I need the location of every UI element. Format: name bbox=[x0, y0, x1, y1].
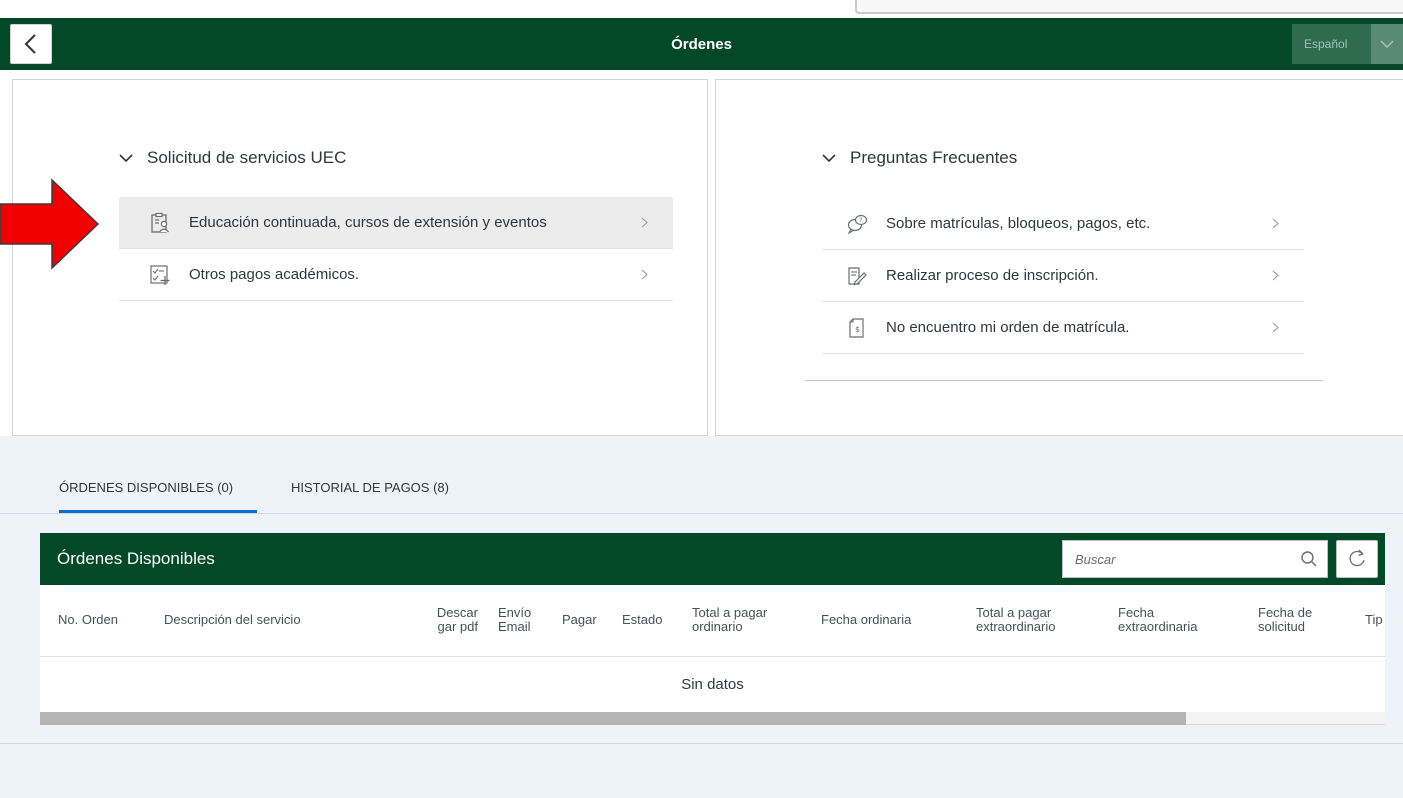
tab-payment-history[interactable]: HISTORIAL DE PAGOS (8) bbox=[291, 470, 481, 513]
document-dollar-icon: $ bbox=[844, 315, 870, 341]
column-header-ordinary-date[interactable]: Fecha ordinaria bbox=[821, 585, 943, 655]
faq-panel: Preguntas Frecuentes ? Sobre matrículas,… bbox=[715, 79, 1403, 436]
search-field[interactable] bbox=[1062, 540, 1328, 578]
chevron-right-icon bbox=[641, 217, 651, 228]
speech-bubbles-icon: ? bbox=[844, 211, 870, 237]
column-header-request-date[interactable]: Fecha de solicitud bbox=[1258, 585, 1338, 655]
refresh-icon bbox=[1349, 549, 1365, 567]
section-bottom-divider bbox=[0, 743, 1403, 744]
table-title: Órdenes Disponibles bbox=[57, 549, 215, 568]
faq-item-enrollment[interactable]: ? Sobre matrículas, bloqueos, pagos, etc… bbox=[822, 198, 1304, 250]
column-header-download-pdf[interactable]: Descar gar pdf bbox=[410, 585, 478, 655]
service-item-label: Educación continuada, cursos de extensió… bbox=[189, 214, 547, 231]
tab-available-orders[interactable]: ÓRDENES DISPONIBLES (0) bbox=[59, 470, 257, 513]
table-column-headers: No. Orden Descripción del servicio Desca… bbox=[40, 585, 1385, 657]
column-header-status[interactable]: Estado bbox=[622, 585, 672, 655]
app-header: Órdenes Español bbox=[0, 18, 1403, 70]
language-value: Español bbox=[1304, 37, 1348, 51]
search-input[interactable] bbox=[1063, 541, 1291, 577]
service-item-label: Otros pagos académicos. bbox=[189, 266, 360, 283]
horizontal-scrollbar-thumb[interactable] bbox=[40, 712, 1186, 725]
back-button[interactable] bbox=[10, 24, 52, 64]
clipboard-user-icon bbox=[147, 210, 173, 236]
browser-overlay-edge bbox=[855, 0, 1403, 14]
services-panel: Solicitud de servicios UEC Educación con… bbox=[12, 79, 708, 436]
services-section-title: Solicitud de servicios UEC bbox=[147, 148, 347, 167]
column-header-total-extraordinary[interactable]: Total a pagar extraordinario bbox=[976, 585, 1086, 655]
search-icon[interactable] bbox=[1291, 550, 1327, 568]
svg-text:$: $ bbox=[855, 325, 860, 334]
column-header-type[interactable]: Tip bbox=[1365, 585, 1385, 655]
column-header-pay[interactable]: Pagar bbox=[562, 585, 602, 655]
chevron-down-icon bbox=[822, 153, 836, 163]
checklist-add-icon bbox=[147, 262, 173, 288]
red-arrow-icon bbox=[0, 178, 100, 270]
service-item-continuing-education[interactable]: Educación continuada, cursos de extensió… bbox=[119, 197, 673, 249]
faq-section-title: Preguntas Frecuentes bbox=[850, 148, 1018, 167]
chevron-down-icon bbox=[119, 153, 133, 163]
faq-item-missing-order[interactable]: $ No encuentro mi orden de matrícula. bbox=[822, 302, 1304, 354]
faq-item-label: No encuentro mi orden de matrícula. bbox=[886, 319, 1130, 336]
column-header-description[interactable]: Descripción del servicio bbox=[164, 585, 364, 655]
tabs-divider bbox=[0, 513, 1403, 514]
faq-section-header[interactable]: Preguntas Frecuentes bbox=[822, 148, 1017, 168]
faq-item-label: Sobre matrículas, bloqueos, pagos, etc. bbox=[886, 215, 1151, 232]
page-title: Órdenes bbox=[671, 35, 732, 53]
chevron-down-icon[interactable] bbox=[1371, 24, 1403, 64]
empty-table-message: Sin datos bbox=[681, 675, 744, 693]
edit-document-icon bbox=[844, 263, 870, 289]
chevron-right-icon bbox=[1272, 322, 1282, 333]
chevron-right-icon bbox=[641, 269, 651, 280]
orders-page: Órdenes Español Solicitud de servicios U… bbox=[0, 0, 1403, 798]
services-section-header[interactable]: Solicitud de servicios UEC bbox=[119, 148, 346, 168]
column-header-send-email[interactable]: Envío Email bbox=[498, 585, 542, 655]
column-header-order-number[interactable]: No. Orden bbox=[58, 585, 138, 655]
orders-table: Órdenes Disponibles No. Orden bbox=[40, 533, 1385, 713]
faq-item-registration[interactable]: Realizar proceso de inscripción. bbox=[822, 250, 1304, 302]
orders-tabs: ÓRDENES DISPONIBLES (0) HISTORIAL DE PAG… bbox=[0, 470, 1403, 514]
language-select[interactable]: Español bbox=[1292, 24, 1403, 64]
svg-text:?: ? bbox=[859, 217, 862, 224]
refresh-button[interactable] bbox=[1336, 540, 1378, 578]
chevron-right-icon bbox=[1272, 270, 1282, 281]
horizontal-scrollbar-track[interactable] bbox=[1186, 712, 1385, 725]
service-item-other-payments[interactable]: Otros pagos académicos. bbox=[119, 249, 673, 301]
column-header-extraordinary-date[interactable]: Fecha extraordinaria bbox=[1118, 585, 1228, 655]
chevron-left-icon bbox=[24, 34, 36, 54]
faq-item-label: Realizar proceso de inscripción. bbox=[886, 267, 1099, 284]
faq-divider bbox=[805, 380, 1323, 381]
column-header-total-ordinary[interactable]: Total a pagar ordinario bbox=[692, 585, 802, 655]
chevron-right-icon bbox=[1272, 218, 1282, 229]
table-toolbar: Órdenes Disponibles bbox=[40, 533, 1385, 585]
